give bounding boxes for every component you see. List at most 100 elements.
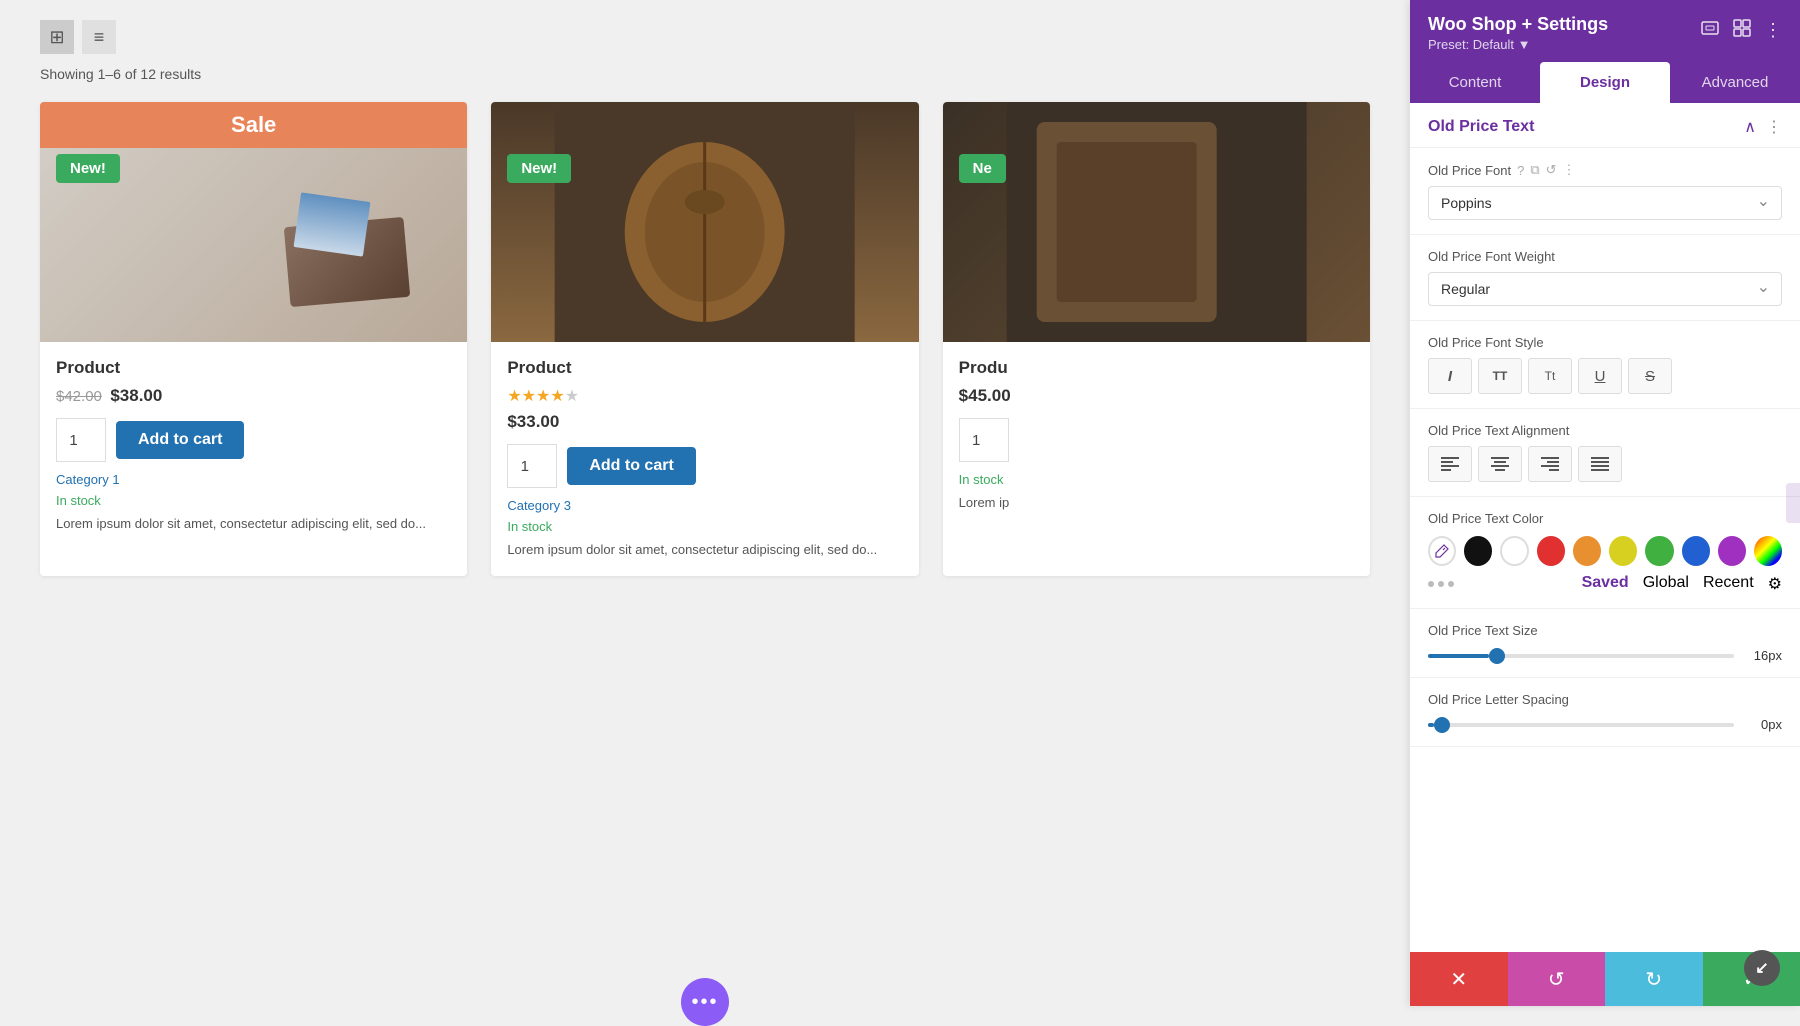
add-to-cart-row: Add to cart bbox=[56, 418, 451, 462]
tab-content[interactable]: Content bbox=[1410, 62, 1540, 103]
in-stock-text: In stock bbox=[56, 493, 451, 508]
product-body: Produ $45.00 In stock Lorem ip bbox=[943, 342, 1370, 529]
spacing-slider-track bbox=[1428, 723, 1734, 727]
product-card: New! Product ★★★★★ $33.00 Add bbox=[491, 102, 918, 576]
color-tab-recent[interactable]: Recent bbox=[1703, 574, 1754, 594]
spacing-value: 0px bbox=[1744, 717, 1782, 732]
tab-advanced[interactable]: Advanced bbox=[1670, 62, 1800, 103]
color-red[interactable] bbox=[1537, 536, 1565, 566]
new-badge: Ne bbox=[959, 154, 1006, 183]
color-tab-global[interactable]: Global bbox=[1643, 574, 1689, 594]
color-white[interactable] bbox=[1500, 536, 1528, 566]
font-select[interactable]: Poppins bbox=[1428, 186, 1782, 220]
size-label: Old Price Text Size bbox=[1428, 623, 1782, 638]
spacing-slider-thumb[interactable] bbox=[1434, 717, 1450, 733]
more-options-btn[interactable]: ⋮ bbox=[1764, 20, 1782, 41]
color-purple[interactable] bbox=[1718, 536, 1746, 566]
product-image: New! bbox=[491, 102, 918, 342]
color-dots bbox=[1428, 581, 1454, 587]
product-name: Product bbox=[56, 358, 451, 378]
size-value: 16px bbox=[1744, 648, 1782, 663]
size-slider-track bbox=[1428, 654, 1734, 658]
font-copy-icon[interactable]: ⧉ bbox=[1530, 162, 1539, 178]
grid-view-btn[interactable]: ⊞ bbox=[40, 20, 74, 54]
undo-button[interactable]: ↺ bbox=[1508, 952, 1606, 1006]
add-to-cart-button[interactable]: Add to cart bbox=[116, 421, 244, 459]
product-name: Produ bbox=[959, 358, 1354, 378]
old-price: $42.00 bbox=[56, 388, 102, 405]
color-yellow[interactable] bbox=[1609, 536, 1637, 566]
color-green[interactable] bbox=[1645, 536, 1673, 566]
load-more-button[interactable]: ••• bbox=[681, 978, 729, 1026]
new-badge: New! bbox=[56, 154, 120, 183]
size-row: Old Price Text Size 16px bbox=[1410, 609, 1800, 678]
viewport-icon-btn[interactable] bbox=[1700, 18, 1720, 43]
quantity-input[interactable] bbox=[507, 444, 557, 488]
uppercase-btn[interactable]: TT bbox=[1478, 358, 1522, 394]
redo-button[interactable]: ↻ bbox=[1605, 952, 1703, 1006]
color-tab-saved[interactable]: Saved bbox=[1582, 574, 1629, 594]
add-to-cart-row bbox=[959, 418, 1354, 462]
collapse-section-btn[interactable]: ∧ bbox=[1744, 117, 1756, 137]
ellipsis-icon: ••• bbox=[691, 991, 718, 1014]
size-slider-fill bbox=[1428, 654, 1489, 658]
category-link[interactable]: Category 3 bbox=[507, 498, 902, 513]
align-right-btn[interactable] bbox=[1528, 446, 1572, 482]
italic-btn[interactable]: I bbox=[1428, 358, 1472, 394]
resize-handle[interactable] bbox=[1786, 483, 1800, 523]
price-wrap: $33.00 bbox=[507, 412, 902, 432]
section-header-icons: ∧ ⋮ bbox=[1744, 117, 1782, 137]
tab-design[interactable]: Design bbox=[1540, 62, 1670, 103]
weight-select-wrap: Regular Bold Light Medium bbox=[1428, 272, 1782, 306]
color-orange[interactable] bbox=[1573, 536, 1601, 566]
product-price: $33.00 bbox=[507, 412, 559, 431]
style-row: Old Price Font Style I TT Tt U S bbox=[1410, 321, 1800, 409]
underline-btn[interactable]: U bbox=[1578, 358, 1622, 394]
product-card: Sale New! Product $42.00 $38.00 Add to c… bbox=[40, 102, 467, 576]
color-black[interactable] bbox=[1464, 536, 1492, 566]
list-view-btn[interactable]: ≡ bbox=[82, 20, 116, 54]
floating-help-btn[interactable]: ↙ bbox=[1744, 950, 1780, 986]
product-price: $45.00 bbox=[959, 386, 1011, 405]
panel-preset[interactable]: Preset: Default ▼ bbox=[1428, 37, 1608, 52]
eyedropper-btn[interactable] bbox=[1428, 536, 1456, 566]
category-link[interactable]: Category 1 bbox=[56, 472, 451, 487]
size-slider-thumb[interactable] bbox=[1489, 648, 1505, 664]
weight-select[interactable]: Regular Bold Light Medium bbox=[1428, 272, 1782, 306]
panel-body: Old Price Text ∧ ⋮ Old Price Font ? ⧉ ↺ … bbox=[1410, 103, 1800, 952]
color-settings-btn[interactable]: ⚙ bbox=[1768, 574, 1782, 594]
color-blue[interactable] bbox=[1682, 536, 1710, 566]
section-more-btn[interactable]: ⋮ bbox=[1766, 117, 1782, 137]
align-left-btn[interactable] bbox=[1428, 446, 1472, 482]
product-image: Ne bbox=[943, 102, 1370, 342]
weight-label: Old Price Font Weight bbox=[1428, 249, 1782, 264]
align-justify-btn[interactable] bbox=[1578, 446, 1622, 482]
color-swatches bbox=[1428, 536, 1782, 566]
font-more-icon[interactable]: ⋮ bbox=[1563, 162, 1576, 178]
size-slider-wrap: 16px bbox=[1428, 648, 1782, 663]
align-center-btn[interactable] bbox=[1478, 446, 1522, 482]
weight-row: Old Price Font Weight Regular Bold Light… bbox=[1410, 235, 1800, 321]
font-help-icon[interactable]: ? bbox=[1517, 163, 1524, 178]
font-style-buttons: I TT Tt U S bbox=[1428, 358, 1782, 394]
color-tab-group: Saved Global Recent ⚙ bbox=[1582, 574, 1782, 594]
results-count: Showing 1–6 of 12 results bbox=[40, 66, 1370, 82]
panel-header: Woo Shop + Settings Preset: Default ▼ ⋮ bbox=[1410, 0, 1800, 62]
font-reset-icon[interactable]: ↺ bbox=[1546, 162, 1557, 178]
product-description: Lorem ip bbox=[959, 493, 1354, 513]
color-label: Old Price Text Color bbox=[1428, 511, 1782, 526]
style-label: Old Price Font Style bbox=[1428, 335, 1782, 350]
add-to-cart-button[interactable]: Add to cart bbox=[567, 447, 695, 485]
capitalize-btn[interactable]: Tt bbox=[1528, 358, 1572, 394]
alignment-buttons bbox=[1428, 446, 1782, 482]
settings-panel: Woo Shop + Settings Preset: Default ▼ ⋮ bbox=[1410, 0, 1800, 1006]
strikethrough-btn[interactable]: S bbox=[1628, 358, 1672, 394]
quantity-input[interactable] bbox=[56, 418, 106, 462]
quantity-input[interactable] bbox=[959, 418, 1009, 462]
product-image: Sale New! bbox=[40, 102, 467, 342]
color-custom[interactable] bbox=[1754, 536, 1782, 566]
price-wrap: $45.00 bbox=[959, 386, 1354, 406]
in-stock-text: In stock bbox=[959, 472, 1354, 487]
cancel-button[interactable]: ✕ bbox=[1410, 952, 1508, 1006]
layout-icon-btn[interactable] bbox=[1732, 18, 1752, 43]
